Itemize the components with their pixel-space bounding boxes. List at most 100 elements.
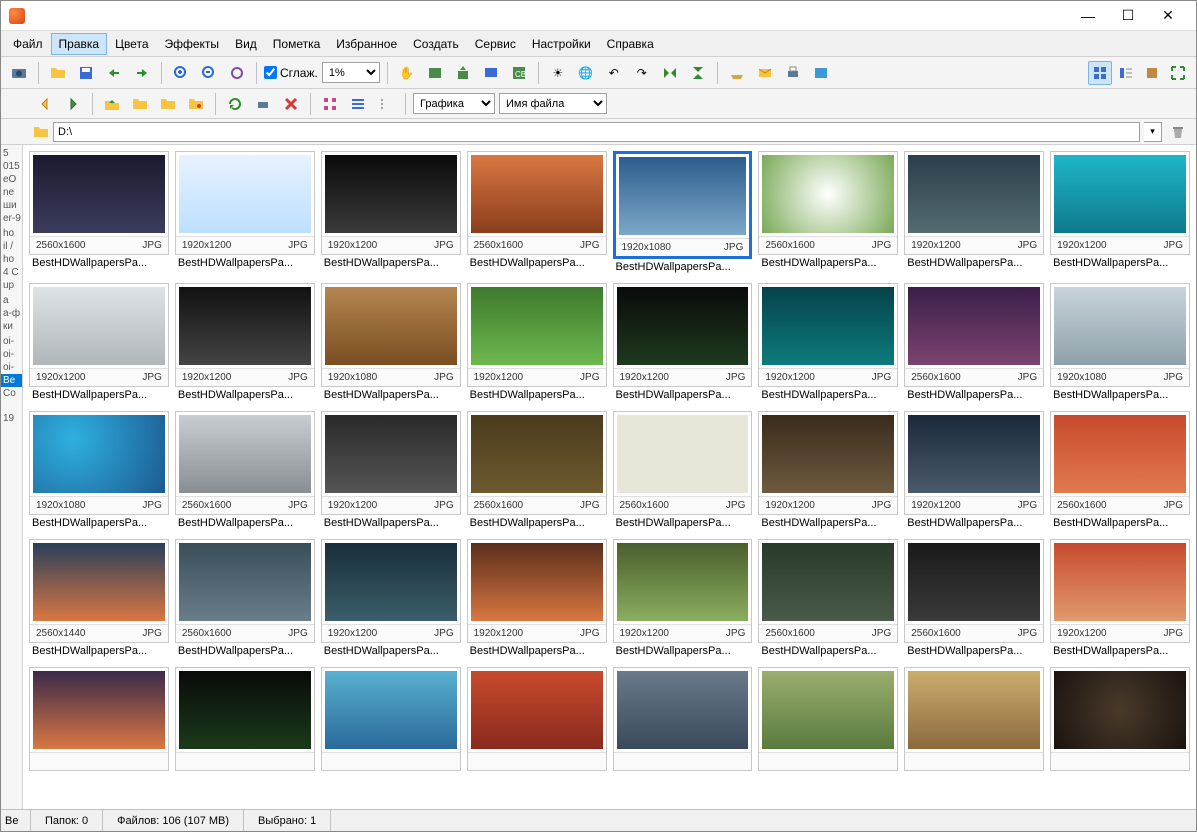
smoothing-checkbox[interactable]: Сглаж. — [264, 66, 318, 80]
address-input[interactable] — [53, 122, 1140, 142]
cb-icon[interactable]: CB — [507, 61, 531, 85]
thumbnail-item[interactable]: 1920x1200JPG — [904, 151, 1044, 255]
thumbnail-item[interactable]: 1920x1200JPG — [613, 539, 753, 643]
redo-icon[interactable] — [130, 61, 154, 85]
view-list-icon[interactable] — [346, 92, 370, 116]
forward-icon[interactable] — [61, 92, 85, 116]
print-nav-icon[interactable] — [251, 92, 275, 116]
save-icon[interactable] — [74, 61, 98, 85]
zoom-out-icon[interactable] — [197, 61, 221, 85]
thumbnail-item[interactable]: 1920x1080JPG — [1050, 283, 1190, 387]
sidepane-row[interactable]: Co — [1, 387, 22, 400]
sidepane-row[interactable]: ne — [1, 186, 22, 199]
thumbnail-item[interactable] — [29, 667, 169, 771]
side-pane[interactable]: 5015eOneшиer-9hoil /ho4 Cupaа-фкиoi-oi-o… — [1, 145, 23, 809]
sidepane-row[interactable]: ho — [1, 227, 22, 240]
sidepane-row[interactable]: er-9 — [1, 212, 22, 225]
zoom-in-icon[interactable] — [169, 61, 193, 85]
smoothing-input[interactable] — [264, 66, 277, 79]
menu-сервис[interactable]: Сервис — [467, 33, 524, 55]
zoom-fit-icon[interactable] — [225, 61, 249, 85]
flip-v-icon[interactable] — [686, 61, 710, 85]
sidepane-row[interactable]: ho — [1, 253, 22, 266]
thumbnail-item[interactable]: 1920x1200JPG — [758, 283, 898, 387]
scanner-icon[interactable] — [725, 61, 749, 85]
wallpaper-icon[interactable] — [809, 61, 833, 85]
sidepane-row[interactable]: ши — [1, 199, 22, 212]
screen-icon[interactable] — [479, 61, 503, 85]
menu-файл[interactable]: Файл — [5, 33, 51, 55]
thumbnail-item[interactable]: 1920x1200JPG — [175, 151, 315, 255]
sidepane-row[interactable]: eO — [1, 173, 22, 186]
thumbnail-item[interactable]: 2560x1600JPG — [904, 539, 1044, 643]
menu-цвета[interactable]: Цвета — [107, 33, 156, 55]
rotate-left-icon[interactable]: ↶ — [602, 61, 626, 85]
thumbnail-item[interactable]: 1920x1200JPG — [29, 283, 169, 387]
fullscreen-icon[interactable] — [1166, 61, 1190, 85]
brightness-icon[interactable]: ☀ — [546, 61, 570, 85]
thumbnail-item[interactable]: 1920x1080JPG — [613, 151, 753, 259]
thumbnail-item[interactable]: 2560x1600JPG — [613, 411, 753, 515]
menu-избранное[interactable]: Избранное — [328, 33, 405, 55]
thumbnail-item[interactable]: 2560x1600JPG — [175, 411, 315, 515]
sidepane-row[interactable]: a — [1, 294, 22, 307]
view-details-icon[interactable] — [1114, 61, 1138, 85]
thumbnail-item[interactable]: 2560x1600JPG — [467, 151, 607, 255]
thumbnail-item[interactable] — [613, 667, 753, 771]
view-grid-icon[interactable] — [318, 92, 342, 116]
menu-настройки[interactable]: Настройки — [524, 33, 599, 55]
thumbnail-item[interactable]: 2560x1600JPG — [1050, 411, 1190, 515]
sidepane-row[interactable]: oi- — [1, 361, 22, 374]
thumbnail-item[interactable]: 1920x1200JPG — [175, 283, 315, 387]
open-icon[interactable] — [46, 61, 70, 85]
sidepane-row[interactable]: oi- — [1, 335, 22, 348]
thumbnail-item[interactable]: 1920x1200JPG — [904, 411, 1044, 515]
thumbnail-item[interactable]: 1920x1200JPG — [321, 539, 461, 643]
close-button[interactable]: ✕ — [1148, 2, 1188, 30]
zoom-select[interactable]: 1% — [322, 62, 380, 83]
filter-select[interactable]: Графика — [413, 93, 495, 114]
sidepane-row[interactable]: ки — [1, 320, 22, 333]
undo-icon[interactable] — [102, 61, 126, 85]
camera-icon[interactable] — [7, 61, 31, 85]
sidepane-row[interactable]: 4 C — [1, 266, 22, 279]
thumbnail-item[interactable] — [321, 667, 461, 771]
export-up-icon[interactable] — [451, 61, 475, 85]
thumbnail-item[interactable]: 1920x1200JPG — [613, 283, 753, 387]
view-small-icon[interactable] — [374, 92, 398, 116]
thumbnail-item[interactable]: 2560x1600JPG — [175, 539, 315, 643]
mail-icon[interactable] — [753, 61, 777, 85]
menu-правка[interactable]: Правка — [51, 33, 108, 55]
sidepane-row[interactable]: oi- — [1, 348, 22, 361]
folder-star-icon[interactable] — [156, 92, 180, 116]
thumbnail-item[interactable]: 1920x1200JPG — [467, 283, 607, 387]
view-single-icon[interactable] — [1140, 61, 1164, 85]
folder-tree-icon[interactable] — [128, 92, 152, 116]
menu-справка[interactable]: Справка — [599, 33, 662, 55]
address-dropdown[interactable]: ▾ — [1144, 122, 1162, 142]
thumbnail-item[interactable]: 2560x1440JPG — [29, 539, 169, 643]
sidepane-row[interactable]: а-ф — [1, 307, 22, 320]
sidepane-row[interactable]: il / — [1, 240, 22, 253]
thumbnail-item[interactable]: 2560x1600JPG — [758, 539, 898, 643]
thumbnail-item[interactable]: 1920x1200JPG — [321, 151, 461, 255]
thumbnail-item[interactable]: 1920x1200JPG — [321, 411, 461, 515]
delete-icon[interactable] — [279, 92, 303, 116]
sidepane-row[interactable]: 015 — [1, 160, 22, 173]
up-folder-icon[interactable] — [100, 92, 124, 116]
thumbnail-area[interactable]: 2560x1600JPGBestHDWallpapersPa...1920x12… — [23, 145, 1196, 809]
maximize-button[interactable]: ☐ — [1108, 2, 1148, 30]
thumbnail-item[interactable] — [758, 667, 898, 771]
hand-tool-icon[interactable]: ✋ — [395, 61, 419, 85]
thumbnail-item[interactable]: 2560x1600JPG — [467, 411, 607, 515]
print-icon[interactable] — [781, 61, 805, 85]
slideshow-icon[interactable] — [423, 61, 447, 85]
globe-icon[interactable]: 🌐 — [574, 61, 598, 85]
view-thumbs-icon[interactable] — [1088, 61, 1112, 85]
menu-пометка[interactable]: Пометка — [265, 33, 329, 55]
minimize-button[interactable]: — — [1068, 2, 1108, 30]
refresh-icon[interactable] — [223, 92, 247, 116]
thumbnail-item[interactable]: 1920x1080JPG — [321, 283, 461, 387]
flip-h-icon[interactable] — [658, 61, 682, 85]
thumbnail-item[interactable]: 1920x1080JPG — [29, 411, 169, 515]
